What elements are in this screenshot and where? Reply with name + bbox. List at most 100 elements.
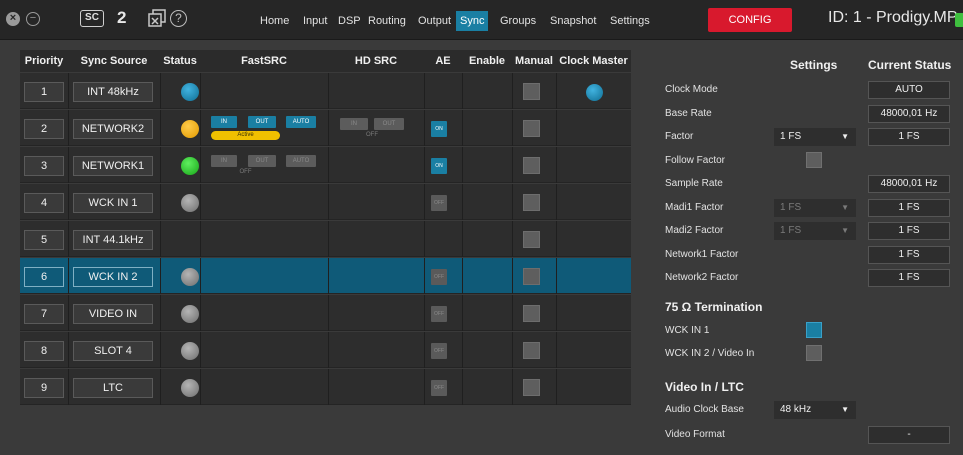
sync-source-button[interactable]: WCK IN 1 [73, 193, 153, 213]
priority-button[interactable]: 6 [24, 267, 64, 287]
priority-button[interactable]: 2 [24, 119, 64, 139]
ae-toggle-button[interactable]: OFF [431, 195, 447, 211]
column-divider [424, 110, 425, 146]
priority-button[interactable]: 8 [24, 341, 64, 361]
copy-icon[interactable] [148, 9, 167, 28]
ae-toggle-button[interactable]: OFF [431, 380, 447, 396]
video-format-label: Video Format [665, 429, 725, 440]
column-divider [68, 295, 69, 331]
manual-select-button[interactable] [523, 120, 540, 137]
status-led-icon [181, 157, 199, 175]
column-divider [160, 258, 161, 294]
config-button[interactable]: CONFIG [708, 8, 792, 32]
sync-source-button[interactable]: WCK IN 2 [73, 267, 153, 287]
sync-source-button[interactable]: INT 44.1kHz [73, 230, 153, 250]
setting-label: Madi2 Factor [665, 225, 724, 236]
current-status-header: Current Status [868, 58, 952, 72]
nav-tab-settings[interactable]: Settings [606, 11, 654, 31]
manual-select-button[interactable] [523, 83, 540, 100]
column-divider [424, 221, 425, 257]
follow-factor-toggle[interactable] [806, 151, 822, 168]
hdsrc-in-button[interactable]: IN [340, 118, 368, 130]
priority-button[interactable]: 9 [24, 378, 64, 398]
sync-source-button[interactable]: NETWORK1 [73, 156, 153, 176]
table-row[interactable]: 4 WCK IN 1 OFF [20, 184, 631, 220]
manual-select-button[interactable] [523, 194, 540, 211]
audio-clock-base-dropdown[interactable]: 48 kHz ▼ [774, 401, 856, 419]
priority-button[interactable]: 7 [24, 304, 64, 324]
nav-tab-input[interactable]: Input [299, 11, 331, 31]
manual-select-button[interactable] [523, 305, 540, 322]
ae-toggle-button[interactable]: OFF [431, 343, 447, 359]
fastsrc-auto-button[interactable]: AUTO [286, 116, 316, 128]
table-row[interactable]: 6 WCK IN 2 OFF [20, 258, 631, 294]
column-divider [200, 110, 201, 146]
manual-select-button[interactable] [523, 379, 540, 396]
ae-toggle-button[interactable]: OFF [431, 269, 447, 285]
column-divider [462, 295, 463, 331]
termination-toggle[interactable] [806, 322, 822, 338]
connection-status-icon [955, 13, 963, 27]
sc-button[interactable]: SC [80, 10, 104, 27]
status-led-icon [181, 268, 199, 286]
column-divider [200, 258, 201, 294]
fastsrc-auto-button[interactable]: AUTO [286, 155, 316, 167]
priority-button[interactable]: 4 [24, 193, 64, 213]
fastsrc-in-button[interactable]: IN [211, 116, 237, 128]
fastsrc-out-button[interactable]: OUT [248, 155, 276, 167]
table-row[interactable]: 5 INT 44.1kHz [20, 221, 631, 257]
ae-toggle-button[interactable]: ON [431, 121, 447, 137]
column-divider [556, 332, 557, 368]
nav-tab-output[interactable]: Output [414, 11, 455, 31]
table-row[interactable]: 9 LTC OFF [20, 369, 631, 405]
column-divider [462, 258, 463, 294]
status-value: 1 FS [868, 269, 950, 287]
nav-tab-snapshot[interactable]: Snapshot [546, 11, 600, 31]
nav-tab-routing[interactable]: Routing [364, 11, 410, 31]
manual-select-button[interactable] [523, 231, 540, 248]
column-header-status: Status [163, 55, 197, 67]
sync-source-button[interactable]: NETWORK2 [73, 119, 153, 139]
minimize-window-icon[interactable]: − [26, 12, 40, 26]
column-divider [424, 332, 425, 368]
fastsrc-in-button[interactable]: IN [211, 155, 237, 167]
priority-button[interactable]: 3 [24, 156, 64, 176]
sync-source-button[interactable]: LTC [73, 378, 153, 398]
termination-toggle[interactable] [806, 345, 822, 361]
status-value: 48000,01 Hz [868, 104, 950, 123]
hdsrc-out-button[interactable]: OUT [374, 118, 404, 130]
ae-toggle-button[interactable]: OFF [431, 306, 447, 322]
dropdown-value: 1 FS [780, 201, 802, 213]
close-window-icon[interactable]: × [6, 12, 20, 26]
nav-tab-sync[interactable]: Sync [456, 11, 489, 31]
session-number: 2 [117, 8, 127, 27]
column-header-clock-master: Clock Master [559, 55, 628, 67]
nav-tab-home[interactable]: Home [256, 11, 293, 31]
chevron-down-icon: ▼ [841, 132, 849, 141]
ae-toggle-button[interactable]: ON [431, 158, 447, 174]
table-row[interactable]: 7 VIDEO IN OFF [20, 295, 631, 331]
column-divider [512, 369, 513, 405]
table-row[interactable]: 2 NETWORK2 IN OUT AUTO Active IN OUT OFF ON [20, 110, 631, 146]
manual-select-button[interactable] [523, 157, 540, 174]
priority-button[interactable]: 1 [24, 82, 64, 102]
table-row[interactable]: 3 NETWORK1 IN OUT AUTO OFF ON [20, 147, 631, 183]
sync-source-button[interactable]: VIDEO IN [73, 304, 153, 324]
priority-button[interactable]: 5 [24, 230, 64, 250]
nav-tab-dsp[interactable]: DSP [334, 11, 365, 31]
column-divider [328, 258, 329, 294]
help-icon[interactable]: ? [170, 10, 187, 27]
column-header-hd-src: HD SRC [354, 55, 398, 67]
column-divider [424, 295, 425, 331]
fastsrc-out-button[interactable]: OUT [248, 116, 276, 128]
status-value: AUTO [868, 81, 950, 99]
table-row[interactable]: 8 SLOT 4 OFF [20, 332, 631, 368]
setting-dropdown[interactable]: 1 FS ▼ [774, 128, 856, 146]
nav-tab-groups[interactable]: Groups [496, 11, 540, 31]
table-row[interactable]: 1 INT 48kHz [20, 73, 631, 109]
manual-select-button[interactable] [523, 268, 540, 285]
manual-select-button[interactable] [523, 342, 540, 359]
sync-source-button[interactable]: INT 48kHz [73, 82, 153, 102]
sync-source-button[interactable]: SLOT 4 [73, 341, 153, 361]
chevron-down-icon: ▼ [841, 202, 849, 212]
